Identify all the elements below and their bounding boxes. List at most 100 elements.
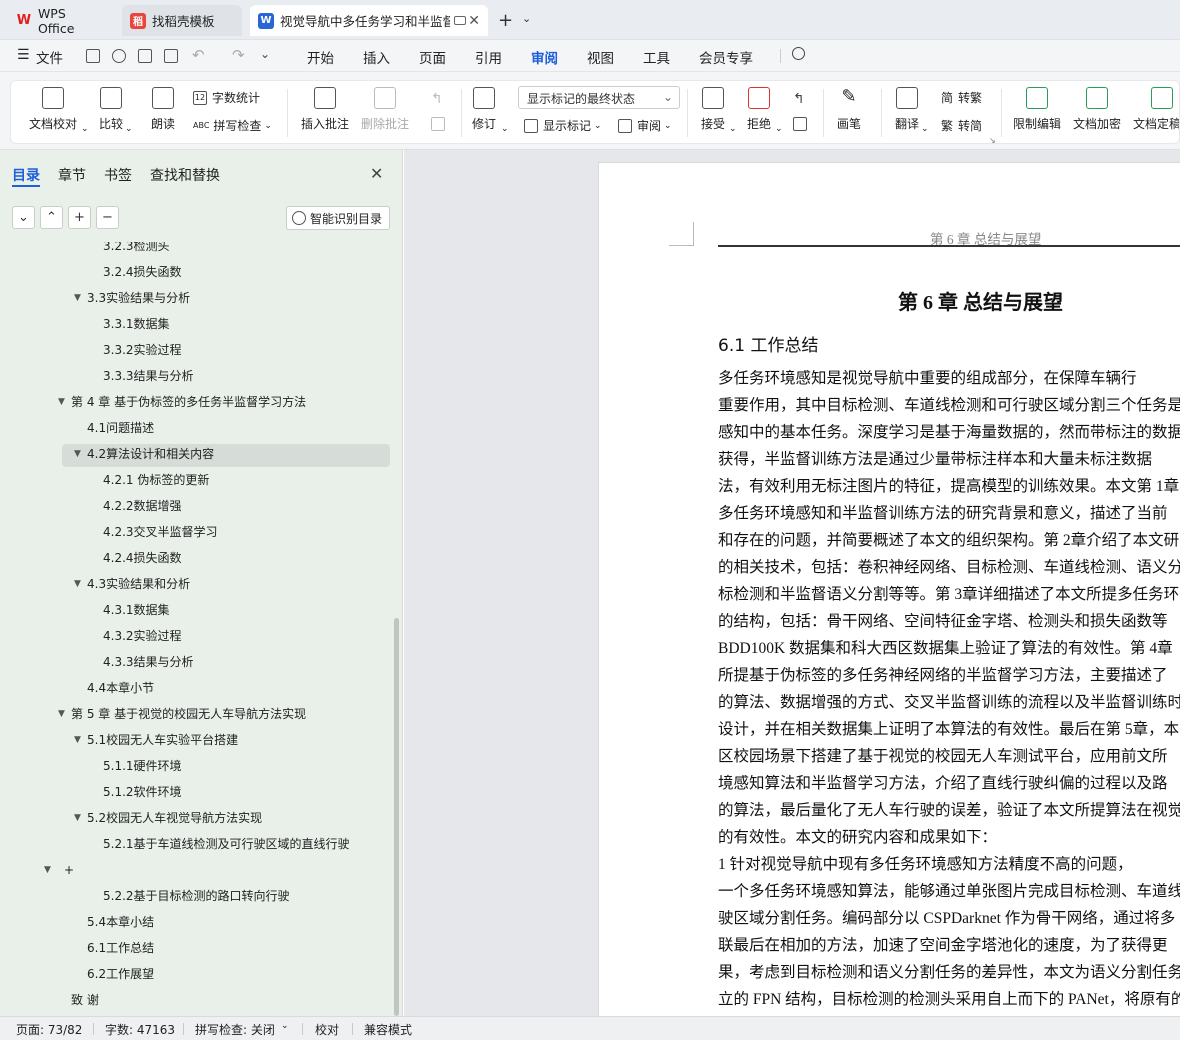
- doc-finalize-button[interactable]: 文档定稿: [1133, 87, 1179, 132]
- menu-membership[interactable]: 会员专享: [699, 47, 753, 67]
- expand-up-button[interactable]: ⌃: [40, 206, 63, 229]
- tab-find-replace[interactable]: 查找和替换: [150, 165, 220, 185]
- toc-item[interactable]: 3.3.1数据集: [103, 313, 170, 335]
- compare-button[interactable]: 比较: [99, 87, 123, 132]
- toc-item[interactable]: 4.1问题描述: [87, 417, 154, 439]
- tab-document[interactable]: W 视觉导航中多任务学习和半监督 ✕: [250, 5, 488, 36]
- toc-item[interactable]: 3.2.4损失函数: [103, 261, 182, 283]
- pen-button[interactable]: ✎ 画笔: [837, 87, 861, 132]
- page-indicator[interactable]: 页面: 73/82: [16, 1021, 82, 1038]
- undo-icon[interactable]: ↶: [192, 46, 205, 64]
- doc-encrypt-button[interactable]: 文档加密: [1073, 87, 1121, 132]
- toc-item[interactable]: 3.3.2实验过程: [103, 339, 182, 361]
- toc-item[interactable]: 4.2.2数据增强: [103, 495, 182, 517]
- toc-item[interactable]: 6.2工作展望: [87, 963, 154, 985]
- toc-item[interactable]: 4.3实验结果和分析: [87, 573, 190, 595]
- smart-toc-button[interactable]: 智能识别目录: [286, 206, 390, 230]
- spell-check-button[interactable]: ABC 拼写检查 ⌄: [193, 117, 272, 134]
- toc-item[interactable]: 6.1工作总结: [87, 937, 154, 959]
- redo-icon[interactable]: ↷: [232, 46, 245, 64]
- add-heading-button[interactable]: +: [68, 206, 91, 229]
- toc-item[interactable]: 第 4 章 基于伪标签的多任务半监督学习方法: [71, 391, 306, 413]
- menu-tools[interactable]: 工具: [643, 47, 670, 67]
- previous-change-icon[interactable]: ↰: [793, 91, 805, 107]
- toc-item[interactable]: 5.2.1基于车道线检测及可行驶区域的直线行驶: [103, 833, 350, 855]
- tab-list-dropdown[interactable]: ⌄: [522, 12, 531, 25]
- menu-file[interactable]: 文件: [36, 47, 63, 67]
- proof-button[interactable]: 校对: [315, 1021, 339, 1038]
- word-count-indicator[interactable]: 字数: 47163: [105, 1021, 175, 1038]
- toc-item[interactable]: 5.2校园无人车视觉导航方法实现: [87, 807, 262, 829]
- toc-item[interactable]: +: [64, 859, 74, 881]
- toc-item[interactable]: 3.3实验结果与分析: [87, 287, 190, 309]
- menu-view[interactable]: 视图: [587, 47, 614, 67]
- next-change-icon[interactable]: [793, 117, 807, 131]
- expand-arrow-icon[interactable]: ▼: [74, 287, 81, 309]
- menu-references[interactable]: 引用: [475, 47, 502, 67]
- toc-item[interactable]: 5.2.2基于目标检测的路口转向行驶: [103, 885, 290, 907]
- toc-item[interactable]: 4.3.2实验过程: [103, 625, 182, 647]
- spell-check-status[interactable]: 拼写检查: 关闭: [195, 1021, 275, 1038]
- search-icon[interactable]: [792, 47, 805, 60]
- expand-arrow-icon[interactable]: ▼: [74, 573, 81, 595]
- toc-item[interactable]: 4.3.1数据集: [103, 599, 170, 621]
- menu-review[interactable]: 审阅: [531, 47, 558, 74]
- show-markup-button[interactable]: 显示标记 ⌄: [524, 117, 602, 134]
- toc-item[interactable]: 4.4本章小节: [87, 677, 154, 699]
- toc-scrollbar[interactable]: [394, 618, 399, 1016]
- close-pane-icon[interactable]: ✕: [370, 164, 383, 183]
- expand-arrow-icon[interactable]: ▼: [74, 443, 81, 465]
- tab-bookmarks[interactable]: 书签: [104, 165, 132, 185]
- tab-daoke-templates[interactable]: 稻 找稻壳模板: [122, 5, 242, 36]
- toc-item[interactable]: 4.3.3结果与分析: [103, 651, 194, 673]
- menu-page[interactable]: 页面: [419, 47, 446, 67]
- toc-item[interactable]: 4.2算法设计和相关内容: [87, 443, 214, 465]
- accept-button[interactable]: 接受: [701, 87, 725, 132]
- toc-item[interactable]: 4.2.1 伪标签的更新: [103, 469, 209, 491]
- to-traditional-button[interactable]: 简 转繁: [941, 89, 982, 106]
- new-tab-button[interactable]: +: [498, 10, 513, 31]
- tab-toc[interactable]: 目录: [12, 165, 40, 185]
- quick-access-dropdown-icon[interactable]: ⌄: [260, 47, 270, 61]
- toc-item[interactable]: 3.3.3结果与分析: [103, 365, 194, 387]
- toc-item[interactable]: 5.4本章小结: [87, 911, 154, 933]
- expand-arrow-icon[interactable]: ▼: [74, 729, 81, 751]
- toc-item[interactable]: 4.2.3交叉半监督学习: [103, 521, 218, 543]
- hamburger-icon[interactable]: ☰: [17, 47, 30, 63]
- insert-comment-button[interactable]: 插入批注: [301, 87, 349, 132]
- revise-button[interactable]: 修订: [472, 87, 496, 132]
- read-aloud-button[interactable]: 朗读: [151, 87, 175, 132]
- markup-state-select[interactable]: 显示标记的最终状态 ⌄: [518, 86, 680, 109]
- next-comment-icon[interactable]: [431, 117, 445, 131]
- save-icon[interactable]: [86, 49, 100, 63]
- expand-arrow-icon[interactable]: ▼: [44, 859, 51, 881]
- expand-arrow-icon[interactable]: ▼: [58, 703, 65, 725]
- tab-chapters[interactable]: 章节: [58, 165, 86, 185]
- word-count-button[interactable]: 12 字数统计: [193, 89, 260, 106]
- toc-item[interactable]: 5.1.1硬件环境: [103, 755, 182, 777]
- toc-item[interactable]: 4.2.4损失函数: [103, 547, 182, 569]
- collapse-all-button[interactable]: ⌄: [12, 206, 35, 229]
- translate-button[interactable]: 翻译: [895, 87, 919, 132]
- expand-arrow-icon[interactable]: ▼: [74, 807, 81, 829]
- tab-wps-office[interactable]: W WPS Office: [8, 5, 114, 36]
- expand-arrow-icon[interactable]: ▼: [58, 391, 65, 413]
- to-simplified-button[interactable]: 繁 转简: [941, 117, 982, 134]
- delete-comment-button[interactable]: 删除批注: [361, 87, 409, 132]
- reject-button[interactable]: 拒绝: [747, 87, 771, 132]
- print-icon[interactable]: [138, 49, 152, 63]
- restrict-edit-button[interactable]: 限制编辑: [1013, 87, 1061, 132]
- menu-insert[interactable]: 插入: [363, 47, 390, 67]
- close-tab-icon[interactable]: ✕: [468, 13, 480, 29]
- toc-item[interactable]: 第 5 章 基于视觉的校园无人车导航方法实现: [71, 703, 306, 725]
- share-icon[interactable]: [112, 49, 126, 63]
- review-pane-button[interactable]: 审阅 ⌄: [618, 117, 672, 134]
- previous-comment-icon[interactable]: ↰: [431, 91, 443, 107]
- toc-item[interactable]: 5.1.2软件环境: [103, 781, 182, 803]
- menu-home[interactable]: 开始: [307, 47, 334, 67]
- toc-item[interactable]: 致 谢: [71, 989, 99, 1011]
- remove-heading-button[interactable]: −: [96, 206, 119, 229]
- doc-check-button[interactable]: 文档校对: [29, 87, 77, 132]
- toc-item[interactable]: 5.1校园无人车实验平台搭建: [87, 729, 238, 751]
- print-preview-icon[interactable]: [164, 49, 178, 63]
